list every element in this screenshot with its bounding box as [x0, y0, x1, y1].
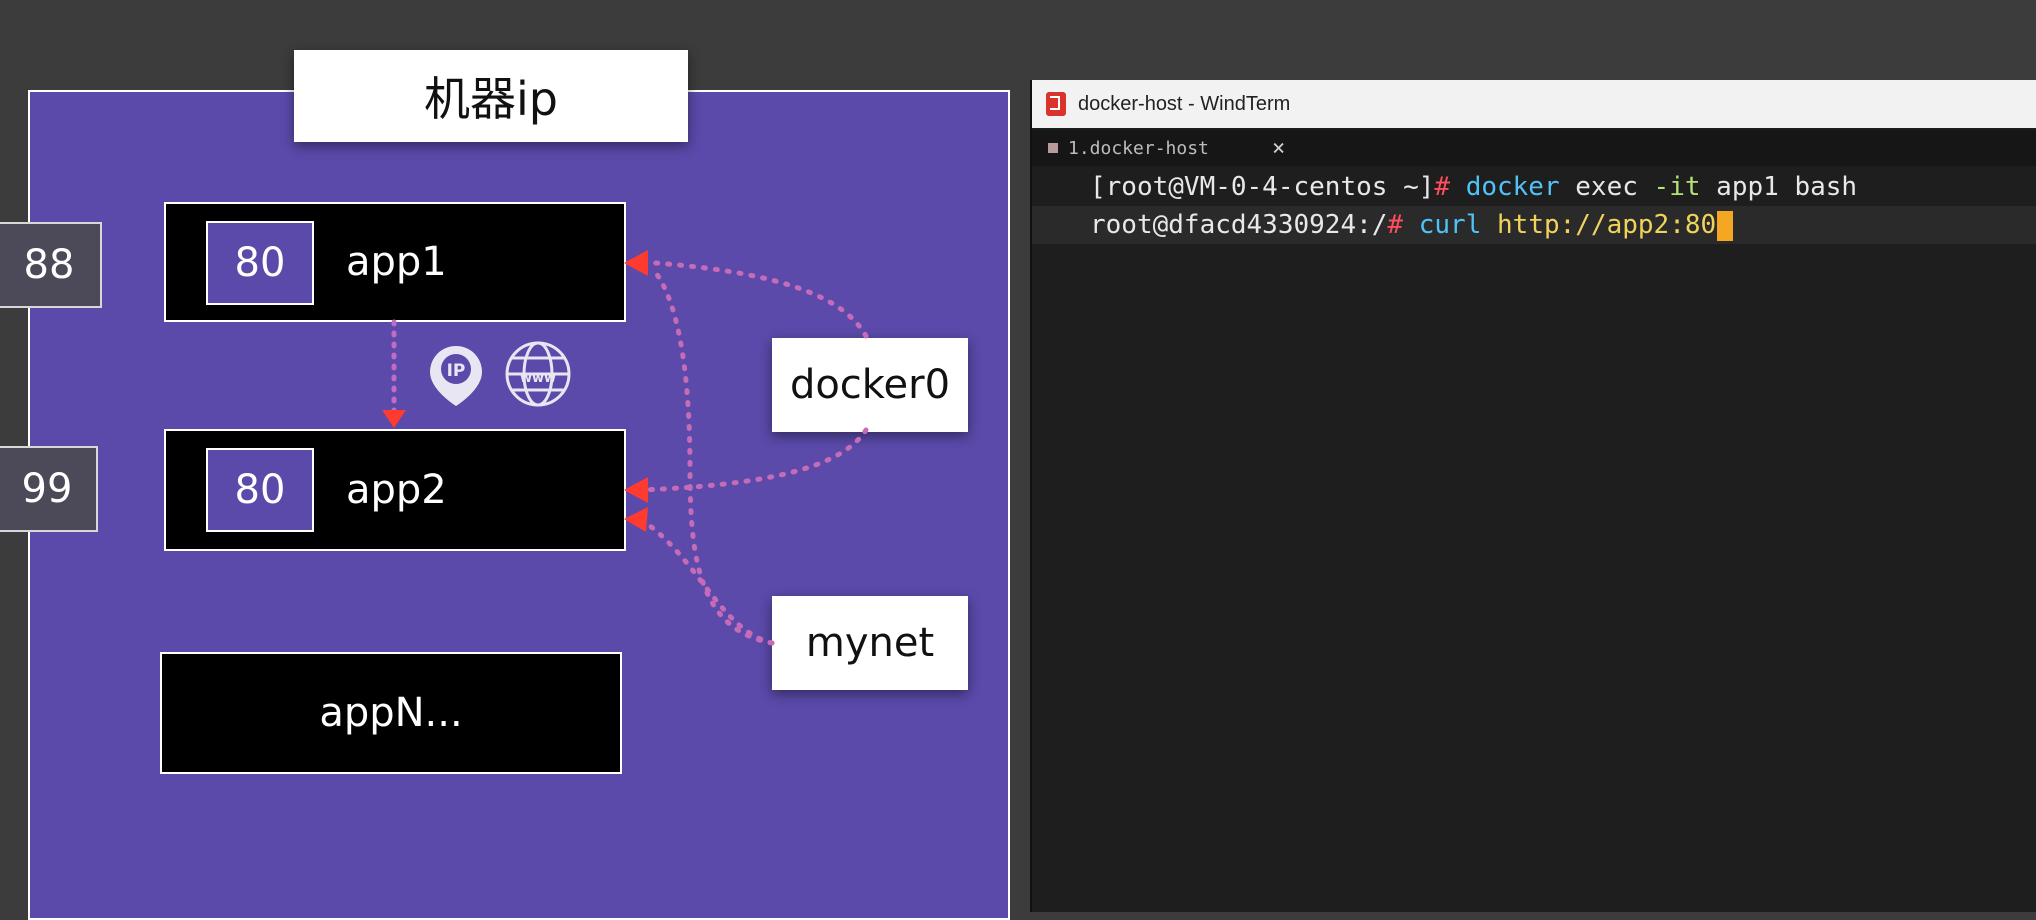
command-flag: -it — [1653, 172, 1701, 202]
link-docker0-app2 — [639, 427, 869, 493]
arrowhead-app2-top — [382, 410, 406, 428]
prompt-2: root@dfacd4330924:/ — [1090, 210, 1388, 240]
link-mynet-app1 — [649, 265, 775, 646]
svg-text:IP: IP — [447, 361, 466, 381]
link-docker0-app1 — [639, 259, 869, 339]
tab-bar: 1.docker-host × — [1032, 130, 2036, 166]
prompt-1: [root@VM-0-4-centos ~] — [1090, 172, 1435, 202]
window-titlebar[interactable]: docker-host - WindTerm — [1032, 80, 2036, 128]
tab-status-icon — [1048, 143, 1058, 153]
command-url: http://app2:80 — [1497, 210, 1717, 240]
command-curl: curl — [1418, 210, 1482, 240]
svg-text:www: www — [520, 371, 556, 386]
www-globe-icon: www — [505, 341, 571, 407]
windterm-window: docker-host - WindTerm 1.docker-host × [… — [1030, 80, 2036, 912]
terminal-line-2[interactable]: root@dfacd4330924:/# curl http://app2:80 — [1032, 206, 2036, 244]
command-docker: docker — [1465, 172, 1560, 202]
text-cursor — [1717, 210, 1734, 241]
arrowhead-app1-right — [624, 250, 648, 276]
connection-arrows: IP www — [382, 250, 869, 646]
terminal-line-1: [root@VM-0-4-centos ~]# docker exec -it … — [1032, 168, 2036, 206]
tab-label: 1.docker-host — [1068, 137, 1209, 159]
tab-docker-host[interactable]: 1.docker-host — [1048, 130, 1209, 166]
link-mynet-app2 — [639, 517, 775, 646]
command-args: app1 bash — [1716, 172, 1858, 202]
window-title: docker-host - WindTerm — [1078, 92, 1291, 115]
prompt-hash-1: # — [1434, 172, 1451, 202]
windterm-app-icon — [1046, 92, 1066, 116]
ip-pin-icon: IP — [430, 346, 482, 406]
arrowhead-app2-lower — [624, 507, 648, 532]
prompt-hash-2: # — [1387, 210, 1404, 240]
tab-close-icon[interactable]: × — [1272, 130, 1285, 166]
command-exec: exec — [1575, 172, 1638, 202]
arrowhead-app2-right — [624, 477, 648, 503]
